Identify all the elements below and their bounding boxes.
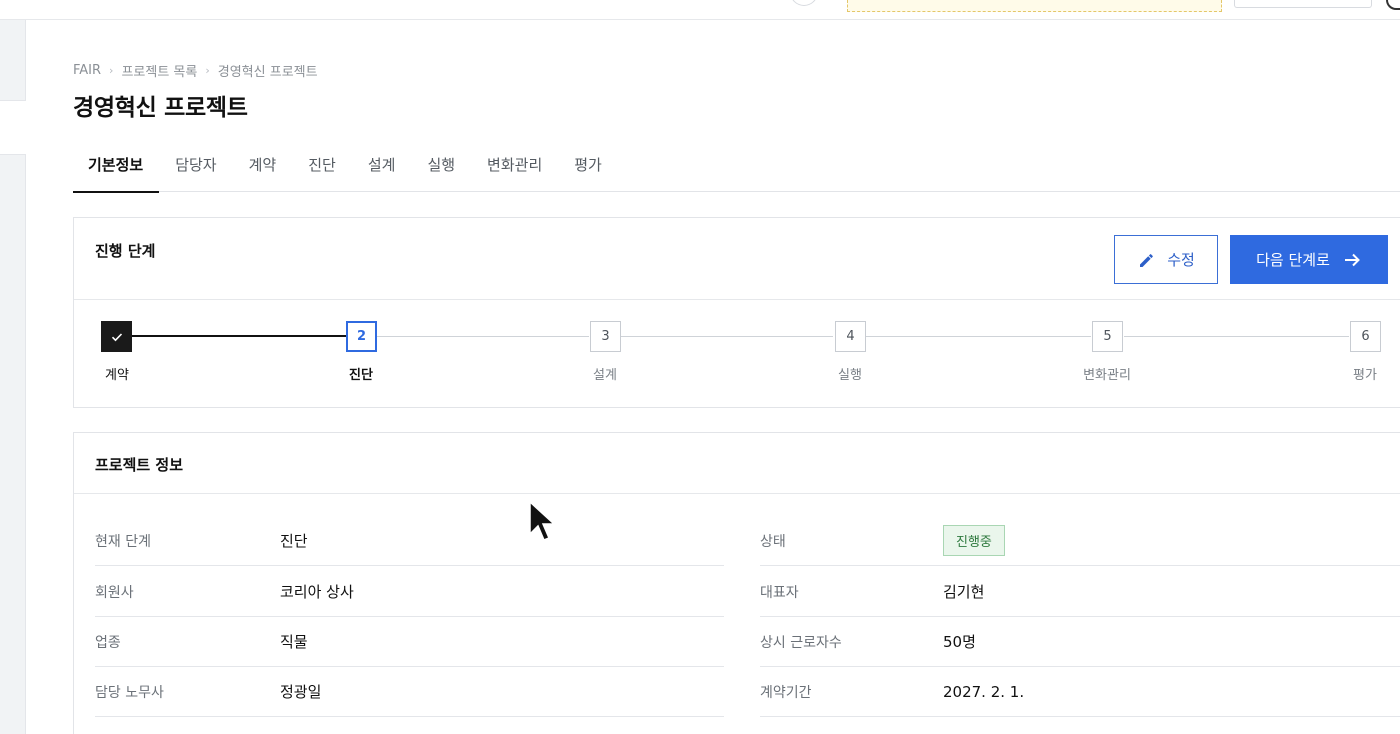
tab-diagnosis[interactable]: 진단 xyxy=(292,136,352,192)
chevron-right-icon: › xyxy=(109,64,114,77)
step-1-box[interactable] xyxy=(101,321,132,352)
info-label: 상태 xyxy=(760,533,786,550)
stage-card-header: 진행 단계 수정 다음 단계로 xyxy=(74,218,1400,300)
info-row: 상시 근로자수 50명 xyxy=(760,617,1400,667)
mouse-cursor-icon xyxy=(529,500,554,541)
tab-change-management[interactable]: 변화관리 xyxy=(471,136,558,192)
next-step-button-label: 다음 단계로 xyxy=(1256,251,1330,269)
stage-card-title: 진행 단계 xyxy=(95,242,156,260)
stepper-connector xyxy=(1124,336,1349,337)
step-6-box[interactable]: 6 xyxy=(1350,321,1381,352)
window-edge-icon xyxy=(1386,0,1400,10)
info-value: 50명 xyxy=(943,633,976,651)
project-info-title: 프로젝트 정보 xyxy=(95,456,184,474)
stepper-connector xyxy=(866,336,1091,337)
info-row: 계약기간 2027. 2. 1. xyxy=(760,667,1400,717)
step-4-box[interactable]: 4 xyxy=(835,321,866,352)
step-4-label: 실행 xyxy=(838,368,862,383)
check-icon xyxy=(111,332,122,341)
tab-design[interactable]: 설계 xyxy=(352,136,412,192)
info-label: 상시 근로자수 xyxy=(760,634,842,651)
project-info-header: 프로젝트 정보 xyxy=(74,433,1400,494)
top-action-button[interactable] xyxy=(1234,0,1372,8)
info-value: 정광일 xyxy=(280,683,322,701)
info-row: 대표자 김기현 xyxy=(760,567,1400,617)
info-label: 현재 단계 xyxy=(95,533,151,550)
tab-bar: 기본정보 담당자 계약 진단 설계 실행 변화관리 평가 xyxy=(73,136,1400,193)
tab-managers[interactable]: 담당자 xyxy=(159,136,232,192)
info-value: 2027. 2. 1. xyxy=(943,682,1025,701)
info-row: 업종 직물 xyxy=(95,617,724,667)
page-title: 경영혁신 프로젝트 xyxy=(73,95,248,121)
step-2-label: 진단 xyxy=(349,368,373,383)
tab-evaluation[interactable]: 평가 xyxy=(558,136,618,192)
project-info-card: 프로젝트 정보 현재 단계 진단 회원사 코리아 상사 업종 직물 담당 노무사… xyxy=(73,432,1400,734)
info-label: 담당 노무사 xyxy=(95,684,164,701)
info-value: 진단 xyxy=(280,532,308,550)
step-3-box[interactable]: 3 xyxy=(590,321,621,352)
sidebar xyxy=(0,20,26,734)
stage-card: 진행 단계 수정 다음 단계로 계약 2 진단 3 설계 4 실행 5 변화관리… xyxy=(73,217,1400,408)
info-label: 대표자 xyxy=(760,584,799,601)
breadcrumb-item-current: 경영혁신 프로젝트 xyxy=(217,65,318,80)
sidebar-item[interactable] xyxy=(0,100,26,155)
step-1-label: 계약 xyxy=(105,368,129,383)
edit-button-label: 수정 xyxy=(1167,251,1195,269)
step-5-label: 변화관리 xyxy=(1083,368,1131,383)
notice-banner xyxy=(847,0,1222,12)
step-2-box[interactable]: 2 xyxy=(346,321,377,352)
info-label: 계약기간 xyxy=(760,684,812,701)
info-value: 직물 xyxy=(280,633,308,651)
edit-button[interactable]: 수정 xyxy=(1114,235,1218,284)
info-row: 담당 노무사 정광일 xyxy=(95,667,724,717)
stepper-connector xyxy=(621,336,833,337)
step-3-label: 설계 xyxy=(593,368,617,383)
top-bar xyxy=(0,0,1400,20)
tab-execution[interactable]: 실행 xyxy=(411,136,471,192)
progress-stepper: 계약 2 진단 3 설계 4 실행 5 변화관리 6 평가 xyxy=(74,301,1400,407)
info-value: 김기현 xyxy=(943,583,985,601)
tab-contract[interactable]: 계약 xyxy=(233,136,293,192)
info-row: 상태 진행중 xyxy=(760,516,1400,566)
info-value: 코리아 상사 xyxy=(280,583,354,601)
breadcrumb: FAIR › 프로젝트 목록 › 경영혁신 프로젝트 xyxy=(73,61,318,80)
stepper-connector-done xyxy=(132,335,346,337)
step-6-label: 평가 xyxy=(1353,368,1377,383)
info-row: 회원사 코리아 상사 xyxy=(95,567,724,617)
info-label: 업종 xyxy=(95,634,121,651)
info-row: 현재 단계 진단 xyxy=(95,516,724,566)
breadcrumb-item-home[interactable]: FAIR xyxy=(73,63,101,78)
step-5-box[interactable]: 5 xyxy=(1092,321,1123,352)
arrow-right-icon xyxy=(1344,253,1360,266)
info-label: 회원사 xyxy=(95,584,134,601)
status-badge: 진행중 xyxy=(943,525,1005,556)
pencil-icon xyxy=(1140,253,1154,267)
stepper-connector xyxy=(377,336,589,337)
tab-basic-info[interactable]: 기본정보 xyxy=(73,136,160,193)
chevron-right-icon: › xyxy=(205,64,210,77)
avatar[interactable] xyxy=(790,0,818,6)
breadcrumb-item-projects[interactable]: 프로젝트 목록 xyxy=(121,61,197,80)
next-step-button[interactable]: 다음 단계로 xyxy=(1230,235,1388,284)
